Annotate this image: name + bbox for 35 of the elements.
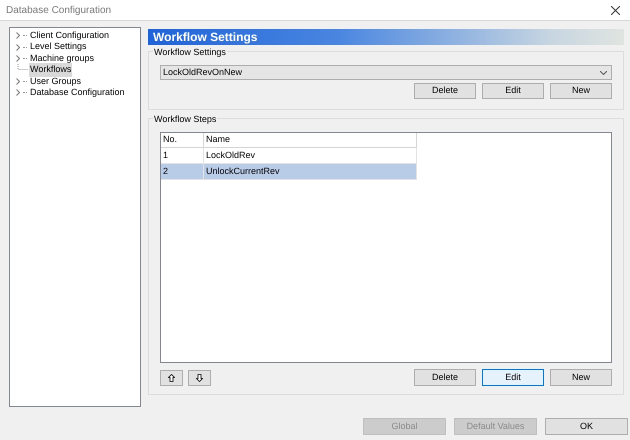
action-button[interactable]: Delete: [414, 369, 476, 386]
table-row[interactable]: 1 LockOldRev: [161, 148, 417, 164]
section-header: Workflow Settings: [148, 29, 624, 45]
tree-item[interactable]: User Groups: [29, 74, 82, 88]
action-button[interactable]: Delete: [414, 83, 476, 99]
column-header[interactable]: No.: [161, 133, 204, 148]
tree-item[interactable]: Workflows: [29, 63, 72, 77]
group-title: Workflow Steps: [153, 113, 218, 126]
action-button[interactable]: OK: [545, 418, 628, 435]
table-row[interactable]: 2 UnlockCurrentRev: [161, 164, 417, 180]
table-cell: UnlockCurrentRev: [204, 164, 417, 180]
action-button[interactable]: Edit: [482, 83, 544, 99]
chevron-right-icon[interactable]: [16, 32, 20, 40]
chevron-right-icon[interactable]: [16, 54, 20, 62]
chevron-right-icon[interactable]: [16, 78, 20, 85]
move-down-button[interactable]: [188, 370, 211, 386]
close-icon[interactable]: [611, 6, 620, 14]
group-title: Workflow Settings: [153, 46, 227, 60]
chevron-right-icon[interactable]: [16, 89, 20, 96]
tree-item[interactable]: Level Settings: [29, 40, 88, 54]
tree-item[interactable]: Client Configuration: [29, 28, 110, 42]
tree-item[interactable]: Database Configuration: [29, 86, 126, 100]
window-title: Database Configuration: [6, 4, 112, 18]
chevron-right-icon[interactable]: [16, 44, 20, 51]
column-header[interactable]: Name: [204, 133, 417, 148]
arrow-down-icon: [196, 374, 203, 382]
arrow-up-icon: [168, 374, 175, 382]
action-button[interactable]: Edit: [482, 369, 544, 386]
action-button[interactable]: New: [550, 83, 612, 99]
tree-item[interactable]: Machine groups: [29, 52, 96, 66]
action-button[interactable]: New: [550, 369, 612, 386]
chevron-down-icon: [600, 70, 607, 74]
workflow-dropdown[interactable]: LockOldRevOnNew: [160, 65, 612, 80]
move-up-button[interactable]: [160, 370, 183, 386]
table-cell: 2: [161, 164, 204, 180]
